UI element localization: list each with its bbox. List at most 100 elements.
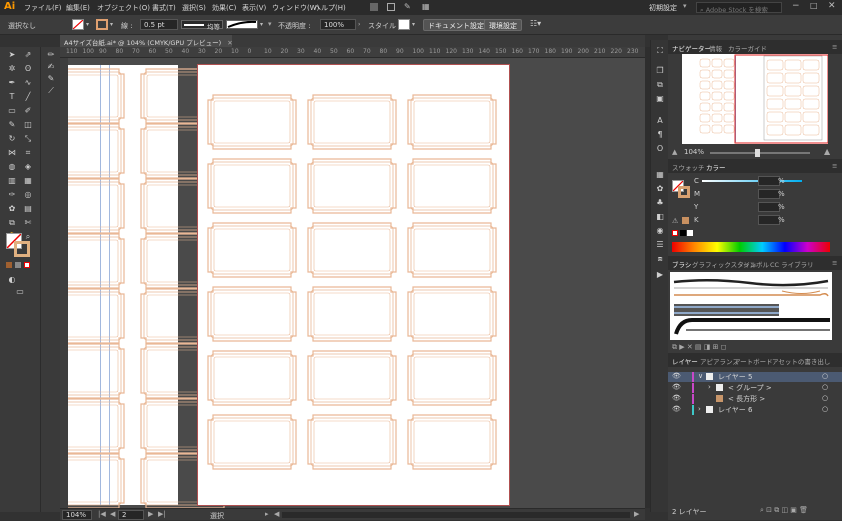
opentype-icon[interactable]: O	[654, 144, 666, 154]
target-icon[interactable]: ○	[822, 383, 828, 391]
symbols-icon[interactable]: ♣	[654, 198, 666, 208]
stock-search-input[interactable]: ⌕ Adobe Stock を検索	[696, 2, 782, 14]
menu-window[interactable]: ウィンドウ(W)	[272, 3, 319, 13]
cyan-field[interactable]	[758, 176, 780, 186]
opacity-label[interactable]: 不透明度 :	[278, 21, 311, 31]
canvas[interactable]	[68, 58, 645, 508]
stroke-profile-dropdown[interactable]: 均等	[181, 20, 223, 31]
swatches-icon[interactable]: ▦	[654, 170, 666, 180]
character-icon[interactable]: A	[654, 116, 666, 126]
tab-info[interactable]: 情報	[709, 43, 722, 53]
menu-view[interactable]: 表示(V)	[242, 3, 266, 13]
target-icon[interactable]: ○	[822, 372, 828, 380]
brushes-icon[interactable]: ✿	[654, 184, 666, 194]
label-frame[interactable]	[207, 94, 297, 150]
tab-asset-export[interactable]: アセットの書き出し	[772, 356, 830, 366]
out-of-gamut-icon[interactable]: ⚠	[672, 217, 678, 225]
tab-navigator[interactable]: ナビゲーター	[672, 43, 711, 53]
horizontal-ruler[interactable]: 110 100 90 80 70 60 50 40 30 20 10 0 10 20 30 40 50 60 70 8…	[60, 47, 645, 58]
gamut-swatch[interactable]	[682, 217, 689, 224]
label-frame[interactable]	[407, 414, 497, 470]
mesh-tool-icon[interactable]: ▦	[22, 176, 34, 186]
document-setup-button[interactable]: ドキュメント設定	[423, 19, 489, 31]
links-icon[interactable]: ▣	[654, 94, 666, 104]
arrange-documents-icon[interactable]: ▦	[422, 2, 430, 11]
panel-menu-icon[interactable]: ≡	[832, 43, 837, 51]
panel-menu-icon[interactable]: ≡	[832, 259, 837, 267]
chevron-down-icon[interactable]: ▾	[260, 19, 266, 30]
artboard-tool-icon[interactable]: ⧉	[6, 218, 18, 228]
symbol-sprayer-icon[interactable]: ✿	[6, 204, 18, 214]
expand-icon[interactable]: ∨	[698, 372, 703, 380]
zoom-out-icon[interactable]: ▲	[672, 148, 677, 156]
menu-object[interactable]: オブジェクト(O)	[97, 3, 150, 13]
label-frame[interactable]	[407, 222, 497, 278]
blob-brush-icon[interactable]: ✍	[45, 62, 57, 72]
chevron-down-icon[interactable]: ▾	[86, 19, 92, 30]
lasso-icon[interactable]: ʘ	[22, 64, 34, 74]
label-frame[interactable]	[407, 94, 497, 150]
menu-select[interactable]: 選択(S)	[182, 3, 206, 13]
navigator-thumbnail[interactable]	[682, 54, 829, 144]
label-frame[interactable]	[68, 123, 125, 179]
stroke-swatch[interactable]	[96, 19, 108, 30]
label-frame[interactable]	[407, 350, 497, 406]
close-button[interactable]: ✕	[828, 1, 836, 11]
slice-tool-icon[interactable]: ✄	[22, 218, 34, 228]
vertical-ruler[interactable]	[60, 58, 68, 508]
artboard-1[interactable]	[68, 65, 230, 508]
chevron-down-icon[interactable]: ▾	[412, 19, 418, 30]
none-mode-icon[interactable]	[24, 262, 30, 268]
menu-help[interactable]: ヘルプ(H)	[314, 3, 346, 13]
layer-name[interactable]: レイヤー 5	[718, 372, 752, 382]
label-frame[interactable]	[307, 94, 397, 150]
eye-icon[interactable]: 👁	[672, 383, 681, 391]
layer-name[interactable]: < グループ >	[728, 383, 772, 393]
document-tab[interactable]: A4サイズ台紙.ai* @ 104% (CMYK/GPU プレビュー) ✕	[60, 35, 233, 47]
chevron-down-icon[interactable]: ▾	[268, 20, 272, 28]
layer-name[interactable]: レイヤー 6	[718, 405, 752, 415]
rectangle-tool-icon[interactable]: ▭	[6, 106, 18, 116]
menu-effect[interactable]: 効果(C)	[212, 3, 236, 13]
label-frame[interactable]	[207, 222, 297, 278]
bridge-icon[interactable]	[370, 3, 378, 11]
label-frame[interactable]	[207, 286, 297, 342]
none-swatch[interactable]	[672, 230, 678, 236]
blend-tool-icon[interactable]: ◎	[22, 190, 34, 200]
first-artboard-icon[interactable]: |◀	[98, 510, 106, 518]
black-swatch[interactable]	[680, 230, 686, 236]
tab-layers[interactable]: レイヤー	[672, 356, 698, 366]
tab-color-guide[interactable]: カラーガイド	[728, 43, 767, 53]
label-frame[interactable]	[68, 68, 125, 124]
last-artboard-icon[interactable]: ▶|	[158, 510, 166, 518]
navigator-icon[interactable]: ⛶	[654, 46, 666, 56]
curvature-tool-icon[interactable]: ∿	[22, 78, 34, 88]
label-frame[interactable]	[68, 288, 125, 344]
label-frame[interactable]	[68, 178, 125, 234]
menu-file[interactable]: ファイル(F)	[24, 3, 62, 13]
artboard-2[interactable]	[197, 64, 510, 506]
zoom-field[interactable]: 104%	[62, 510, 92, 520]
transparency-icon[interactable]: ◧	[654, 212, 666, 222]
brush-library[interactable]	[670, 272, 832, 340]
label-frame[interactable]	[307, 158, 397, 214]
artboards-icon[interactable]: ⧉	[654, 80, 666, 90]
scale-tool-icon[interactable]: ⤡	[22, 134, 34, 144]
paragraph-icon[interactable]: ¶	[654, 130, 666, 140]
shaper-tool-icon[interactable]: ✎	[6, 120, 18, 130]
chevron-down-icon[interactable]: ▾	[110, 19, 116, 30]
status-menu-icon[interactable]: ▸	[265, 510, 269, 518]
type-tool-icon[interactable]: T	[6, 92, 18, 102]
panel-menu-icon[interactable]: ≡	[832, 162, 837, 170]
maximize-button[interactable]: □	[810, 1, 818, 10]
layer-row-rectangle[interactable]: 👁 < 長方形 > ○	[668, 394, 842, 404]
label-frame[interactable]	[207, 350, 297, 406]
tab-color[interactable]: カラー	[706, 162, 726, 172]
expand-icon[interactable]: ›	[698, 405, 701, 413]
label-frame[interactable]	[407, 158, 497, 214]
target-icon[interactable]: ○	[822, 405, 828, 413]
stroke-color-icon[interactable]	[14, 241, 30, 257]
yellow-field[interactable]	[758, 202, 780, 212]
rotate-tool-icon[interactable]: ↻	[6, 134, 18, 144]
label-frame[interactable]	[68, 343, 125, 399]
